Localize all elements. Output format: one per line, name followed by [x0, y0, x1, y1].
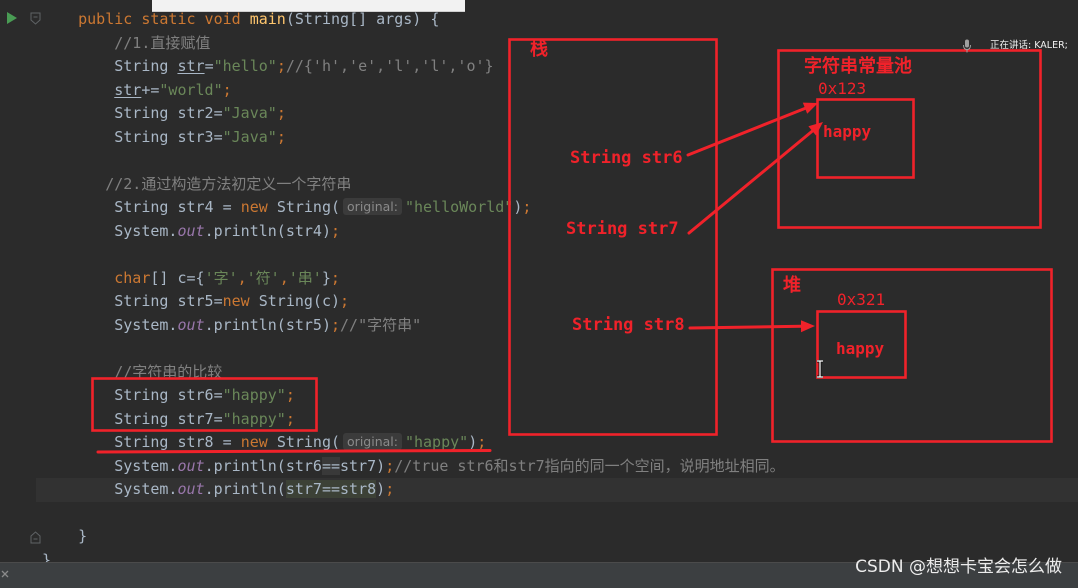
ide-window: public static void main(String[] args) {…: [0, 0, 1078, 588]
arrow-str6-to-pool: [686, 102, 818, 157]
annotation-overlay: [91, 38, 1053, 454]
heap-label: 堆: [783, 275, 801, 296]
heap-value: happy: [836, 339, 885, 358]
arrow-str7-to-pool: [687, 122, 823, 235]
string-pool-address: 0x123: [818, 79, 867, 98]
voice-indicator: 正在讲话: KALER;: [958, 37, 1078, 55]
stack-label: 栈: [530, 39, 548, 60]
string-pool-label: 字符串常量池: [804, 56, 912, 77]
text-cursor-icon: [817, 360, 823, 378]
stack-var-str7: String str7: [566, 219, 679, 239]
heap-address: 0x321: [837, 290, 886, 309]
stack-var-str6: String str6: [570, 148, 683, 168]
arrow-str8-to-heap: [688, 320, 815, 333]
str6-str7-highlight-box: [91, 377, 318, 432]
voice-indicator-text: 正在讲话: KALER;: [990, 40, 1068, 51]
microphone-icon: [963, 39, 971, 53]
stack-var-str8: String str8: [572, 315, 685, 335]
string-pool-value: happy: [823, 122, 872, 141]
heap-box: [771, 268, 1053, 443]
str8-underline: [96, 449, 492, 454]
